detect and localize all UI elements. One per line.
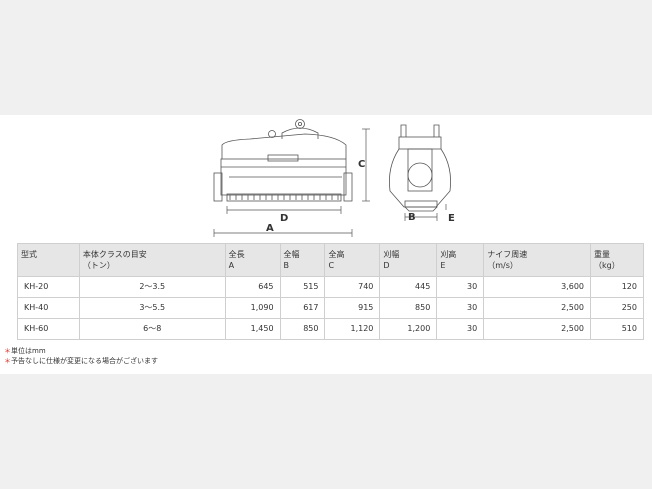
header-class: 本体クラスの目安 （トン） <box>78 243 226 277</box>
dimension-label-d: D <box>280 213 289 224</box>
cell-cutting-height: 30 <box>436 318 485 340</box>
cell-model: KH-60 <box>17 318 80 340</box>
cell-model: KH-20 <box>17 276 80 298</box>
cell-cutting-height: 30 <box>436 276 485 298</box>
table-row: KH-40 3〜5.5 1,090 617 915 850 30 2,500 2… <box>17 297 644 319</box>
cell-length: 1,090 <box>224 297 281 319</box>
dimension-label-a: A <box>266 223 274 234</box>
cell-cutting-height: 30 <box>436 297 485 319</box>
note-spec-change: ＊予告なしに仕様が変更になる場合がございます <box>4 357 158 365</box>
cell-weight: 250 <box>590 297 644 319</box>
header-length: 全長 A <box>224 243 281 277</box>
cell-knife-speed: 2,500 <box>483 318 591 340</box>
header-height: 全高 C <box>324 243 381 277</box>
cell-class: 2〜3.5 <box>78 276 226 298</box>
cell-cutting-width: 445 <box>379 276 438 298</box>
table-header-row: 型式 本体クラスの目安 （トン） 全長 A 全幅 B 全高 C 刈幅 D 刈高 E ナイフ周… <box>17 243 644 277</box>
cell-height: 915 <box>324 297 381 319</box>
header-cutting-height: 刈高 E <box>436 243 485 277</box>
dimension-label-c: C <box>358 159 366 170</box>
cell-knife-speed: 3,600 <box>483 276 591 298</box>
note-mark: ＊ <box>4 347 11 355</box>
cell-width: 617 <box>279 297 326 319</box>
cell-class: 3〜5.5 <box>78 297 226 319</box>
product-drawing <box>213 119 451 237</box>
cell-class: 6〜8 <box>78 318 226 340</box>
header-weight: 重量 （kg） <box>590 243 644 277</box>
cell-model: KH-40 <box>17 297 80 319</box>
cell-cutting-width: 1,200 <box>379 318 438 340</box>
side-view <box>389 124 451 212</box>
cell-width: 515 <box>279 276 326 298</box>
note-unit: ＊単位はmm <box>4 347 46 355</box>
cell-knife-speed: 2,500 <box>483 297 591 319</box>
cell-width: 850 <box>279 318 326 340</box>
header-width: 全幅 B <box>279 243 326 277</box>
cell-cutting-width: 850 <box>379 297 438 319</box>
dimension-label-e: E <box>448 213 455 224</box>
cell-weight: 510 <box>590 318 644 340</box>
cell-height: 1,120 <box>324 318 381 340</box>
header-cutting-width: 刈幅 D <box>379 243 438 277</box>
front-view <box>213 119 353 202</box>
table-row: KH-20 2〜3.5 645 515 740 445 30 3,600 120 <box>17 276 644 298</box>
header-knife-speed: ナイフ周速 （m/s） <box>483 243 591 277</box>
cell-height: 740 <box>324 276 381 298</box>
cell-length: 1,450 <box>224 318 281 340</box>
header-model: 型式 <box>17 243 80 277</box>
footnotes: ＊単位はmm ＊予告なしに仕様が変更になる場合がございます <box>4 346 158 366</box>
cell-length: 645 <box>224 276 281 298</box>
cell-weight: 120 <box>590 276 644 298</box>
note-mark: ＊ <box>4 357 11 365</box>
spec-table: 型式 本体クラスの目安 （トン） 全長 A 全幅 B 全高 C 刈幅 D 刈高 E ナイフ周… <box>17 243 644 340</box>
table-row: KH-60 6〜8 1,450 850 1,120 1,200 30 2,500… <box>17 318 644 340</box>
dimension-label-b: B <box>408 212 416 223</box>
spec-panel: D A C B E 型式 本体クラスの目安 （トン） 全長 A 全幅 B 全高 C 刈幅… <box>0 115 652 374</box>
